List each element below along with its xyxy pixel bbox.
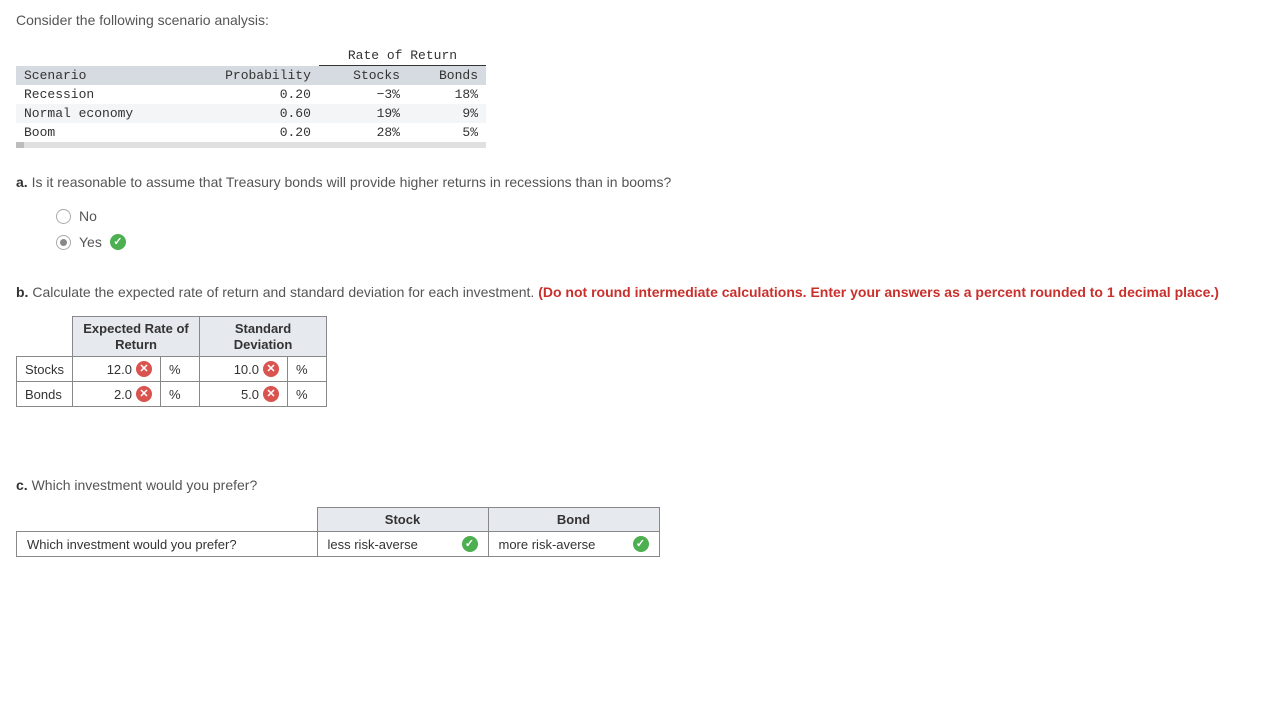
cell-stocks: −3% — [319, 85, 408, 104]
scenario-table: Rate of Return Scenario Probability Stoc… — [16, 46, 486, 142]
answers-table: Expected Rate of Return Standard Deviati… — [16, 316, 327, 407]
unit: % — [288, 357, 327, 382]
value: 12.0 — [107, 362, 132, 377]
cell-bonds: 9% — [408, 104, 486, 123]
question-a-text: Is it reasonable to assume that Treasury… — [32, 174, 672, 190]
stocks-stdev-cell[interactable]: 10.0 ✕ — [200, 357, 288, 382]
unit: % — [288, 382, 327, 407]
cell-probability: 0.20 — [183, 123, 319, 142]
question-b-label: b. — [16, 284, 28, 300]
cross-icon: ✕ — [136, 361, 152, 377]
radio-icon — [56, 209, 71, 224]
bonds-stdev-cell[interactable]: 5.0 ✕ — [200, 382, 288, 407]
value: less risk-averse — [328, 537, 418, 552]
row-label-stocks: Stocks — [17, 357, 73, 382]
cross-icon: ✕ — [136, 386, 152, 402]
prefer-table: Stock Bond Which investment would you pr… — [16, 507, 660, 557]
unit: % — [161, 382, 200, 407]
stocks-expected-cell[interactable]: 12.0 ✕ — [73, 357, 161, 382]
cell-scenario: Recession — [16, 85, 183, 104]
value: 10.0 — [234, 362, 259, 377]
question-c: c. Which investment would you prefer? — [16, 477, 1268, 493]
prefer-row-label: Which investment would you prefer? — [17, 532, 318, 557]
cell-bonds: 5% — [408, 123, 486, 142]
intro-text: Consider the following scenario analysis… — [16, 12, 1268, 28]
cell-probability: 0.20 — [183, 85, 319, 104]
col-expected: Expected Rate of Return — [73, 317, 200, 357]
question-c-label: c. — [16, 477, 28, 493]
cell-scenario: Boom — [16, 123, 183, 142]
cell-bonds: 18% — [408, 85, 486, 104]
bonds-expected-cell[interactable]: 2.0 ✕ — [73, 382, 161, 407]
col-scenario: Scenario — [16, 66, 183, 86]
table-row: Normal economy 0.60 19% 9% — [16, 104, 486, 123]
col-bonds: Bonds — [408, 66, 486, 86]
radio-group-a: No Yes ✓ — [56, 208, 1268, 250]
table-row: Recession 0.20 −3% 18% — [16, 85, 486, 104]
question-a: a. Is it reasonable to assume that Treas… — [16, 174, 1268, 190]
radio-option-no[interactable]: No — [56, 208, 1268, 224]
col-stdev: Standard Deviation — [200, 317, 327, 357]
question-b-note: (Do not round intermediate calculations.… — [538, 284, 1219, 300]
question-c-text: Which investment would you prefer? — [32, 477, 258, 493]
row-label-bonds: Bonds — [17, 382, 73, 407]
cell-stocks: 19% — [319, 104, 408, 123]
cell-stocks: 28% — [319, 123, 408, 142]
check-icon: ✓ — [633, 536, 649, 552]
table-row: Stocks 12.0 ✕ % 10.0 ✕ % — [17, 357, 327, 382]
radio-option-yes[interactable]: Yes ✓ — [56, 234, 1268, 250]
table-row: Which investment would you prefer? less … — [17, 532, 660, 557]
stock-answer-cell[interactable]: less risk-averse ✓ — [317, 532, 488, 557]
check-icon: ✓ — [462, 536, 478, 552]
value: 2.0 — [114, 387, 132, 402]
table-row: Boom 0.20 28% 5% — [16, 123, 486, 142]
cross-icon: ✕ — [263, 361, 279, 377]
radio-icon — [56, 235, 71, 250]
col-stocks: Stocks — [319, 66, 408, 86]
cross-icon: ✕ — [263, 386, 279, 402]
unit: % — [161, 357, 200, 382]
radio-label: Yes — [79, 234, 102, 250]
question-b-text: Calculate the expected rate of return an… — [32, 284, 538, 300]
question-b: b. Calculate the expected rate of return… — [16, 284, 1268, 300]
cell-probability: 0.60 — [183, 104, 319, 123]
value: more risk-averse — [499, 537, 596, 552]
cell-scenario: Normal economy — [16, 104, 183, 123]
value: 5.0 — [241, 387, 259, 402]
rate-of-return-header: Rate of Return — [319, 46, 486, 66]
check-icon: ✓ — [110, 234, 126, 250]
question-a-label: a. — [16, 174, 28, 190]
scenario-table-container: Rate of Return Scenario Probability Stoc… — [16, 46, 486, 148]
col-stock: Stock — [317, 508, 488, 532]
col-probability: Probability — [183, 66, 319, 86]
col-bond: Bond — [488, 508, 659, 532]
bond-answer-cell[interactable]: more risk-averse ✓ — [488, 532, 659, 557]
radio-label: No — [79, 208, 97, 224]
table-row: Bonds 2.0 ✕ % 5.0 ✕ % — [17, 382, 327, 407]
